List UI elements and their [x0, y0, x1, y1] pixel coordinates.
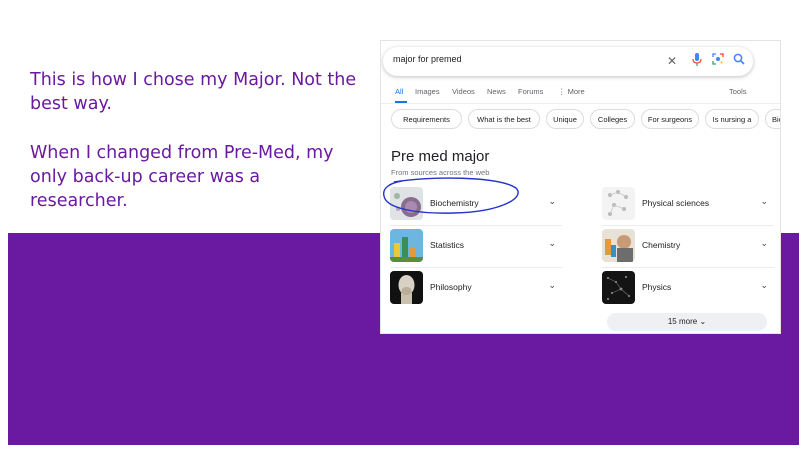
physics-thumbnail	[602, 271, 635, 304]
tab-news[interactable]: News	[487, 87, 506, 96]
major-label: Philosophy	[430, 282, 472, 292]
search-query[interactable]: major for premed	[393, 54, 462, 64]
row-divider	[602, 267, 774, 268]
caption-major: This is how I chose my Major. Not the be…	[30, 70, 357, 114]
physical-sciences-thumbnail	[602, 187, 635, 220]
search-icon[interactable]	[732, 53, 746, 69]
divider	[381, 103, 780, 104]
tab-all[interactable]: All	[395, 87, 403, 96]
major-item-philosophy[interactable]: Philosophy ⌄	[390, 269, 562, 307]
major-item-physics[interactable]: Physics ⌄	[602, 269, 774, 307]
chevron-down-icon: ⌄	[699, 317, 707, 326]
major-label: Statistics	[430, 240, 465, 250]
chip-what-is-the-best[interactable]: What is the best	[468, 109, 540, 129]
search-screenshot: major for premed ✕ All Images Videos New…	[380, 40, 781, 334]
chip-is-nursing-a[interactable]: Is nursing a	[705, 109, 759, 129]
chevron-down-icon[interactable]: ⌄	[760, 280, 768, 291]
chip-unique[interactable]: Unique	[546, 109, 584, 129]
caption-backup-career: When I changed from Pre-Med, my only bac…	[30, 143, 334, 211]
chip-requirements[interactable]: Requirements	[391, 109, 462, 129]
more-results-button[interactable]: 15 more ⌄	[607, 313, 767, 331]
biochemistry-thumbnail	[390, 187, 423, 220]
major-label: Chemistry	[642, 240, 681, 250]
mic-icon[interactable]	[690, 53, 704, 69]
result-heading: Pre med major	[391, 148, 490, 165]
more-results-label: 15 more	[667, 317, 698, 326]
chip-row: Requirements What is the best Unique Col…	[391, 109, 780, 131]
chip-biolo[interactable]: Biolo	[765, 109, 780, 129]
major-label: Biochemistry	[430, 198, 479, 208]
major-item-biochemistry[interactable]: Biochemistry ⌄	[390, 185, 562, 226]
close-icon[interactable]: ✕	[665, 53, 679, 69]
major-label: Physics	[642, 282, 672, 292]
chemistry-thumbnail	[602, 229, 635, 262]
search-tabs: All Images Videos News Forums ⋮ More Too…	[395, 87, 780, 101]
tab-videos[interactable]: Videos	[452, 87, 475, 96]
tab-forums[interactable]: Forums	[518, 87, 543, 96]
chip-for-surgeons[interactable]: For surgeons	[641, 109, 699, 129]
major-label: Physical sciences	[642, 198, 710, 208]
lens-icon[interactable]	[711, 53, 725, 69]
major-item-statistics[interactable]: Statistics ⌄	[390, 227, 562, 268]
major-item-chemistry[interactable]: Chemistry ⌄	[602, 227, 774, 268]
search-box[interactable]: major for premed ✕	[383, 47, 753, 76]
tab-images[interactable]: Images	[415, 87, 440, 96]
philosophy-thumbnail	[390, 271, 423, 304]
chip-colleges[interactable]: Colleges	[590, 109, 635, 129]
tab-more[interactable]: ⋮ More	[558, 87, 585, 96]
chevron-down-icon[interactable]: ⌄	[760, 238, 768, 249]
chevron-down-icon[interactable]: ⌄	[548, 196, 556, 207]
chevron-down-icon[interactable]: ⌄	[548, 238, 556, 249]
row-divider	[602, 225, 774, 226]
result-subheading: From sources across the web	[391, 168, 490, 177]
row-divider	[390, 267, 562, 268]
chevron-down-icon[interactable]: ⌄	[760, 196, 768, 207]
major-item-physical-sciences[interactable]: Physical sciences ⌄	[602, 185, 774, 226]
chevron-down-icon[interactable]: ⌄	[548, 280, 556, 291]
row-divider	[390, 225, 562, 226]
statistics-thumbnail	[390, 229, 423, 262]
tab-tools[interactable]: Tools	[729, 87, 747, 96]
